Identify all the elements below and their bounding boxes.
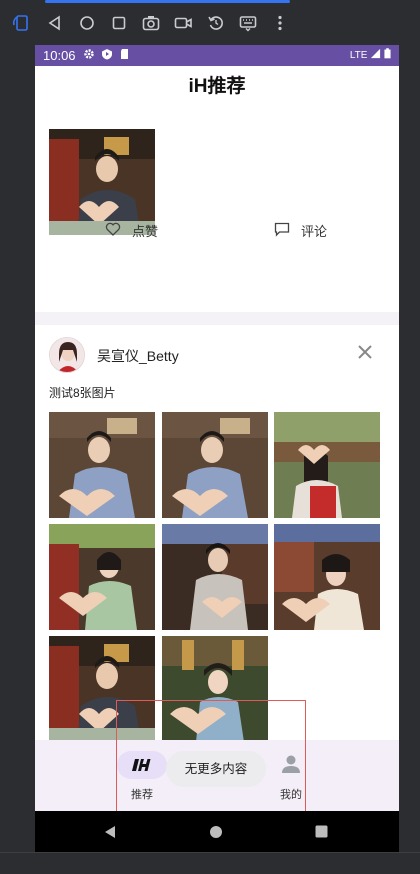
status-time: 10:06	[43, 48, 76, 63]
video-record-icon[interactable]	[170, 10, 196, 36]
close-icon[interactable]	[355, 342, 375, 362]
post-image[interactable]	[162, 412, 268, 518]
overview-icon[interactable]	[106, 10, 132, 36]
post-text: 测试8张图片	[49, 386, 116, 400]
post-image[interactable]	[274, 412, 380, 518]
post-card[interactable]: 点赞 评论	[35, 108, 399, 312]
more-options-icon[interactable]	[267, 10, 293, 36]
like-label: 点赞	[132, 225, 159, 240]
keyboard-icon[interactable]	[235, 10, 261, 36]
page-title: iH推荐	[188, 76, 246, 97]
status-bar: 10:06 LTE	[35, 45, 399, 66]
camera-icon[interactable]	[138, 10, 164, 36]
play-protect-icon	[102, 49, 112, 60]
post-image[interactable]	[49, 412, 155, 518]
device-screen: 10:06 LTE iH推荐 点赞 评论 吴宣仪_Betty 测试8张图片 推荐…	[35, 45, 399, 852]
settings-icon	[84, 49, 94, 59]
system-nav-bar	[35, 811, 399, 852]
signal-icon	[371, 48, 381, 59]
sd-card-icon	[121, 49, 128, 59]
app-header: iH推荐	[35, 66, 399, 108]
heart-icon	[105, 222, 121, 236]
post-image[interactable]	[49, 129, 155, 235]
post-card[interactable]: 吴宣仪_Betty 测试8张图片	[35, 325, 399, 740]
rotate-screen-icon[interactable]	[203, 10, 229, 36]
system-recents-icon[interactable]	[315, 825, 328, 838]
post-image[interactable]	[162, 524, 268, 630]
back-icon[interactable]	[42, 10, 68, 36]
home-icon[interactable]	[74, 10, 100, 36]
comment-label: 评论	[301, 225, 328, 240]
emulator-toolbar	[0, 0, 420, 44]
like-button[interactable]: 点赞	[105, 221, 175, 240]
highlight-box	[116, 700, 306, 819]
avatar[interactable]	[49, 337, 85, 373]
emulator-bottom-bar	[0, 852, 420, 874]
comment-button[interactable]: 评论	[274, 221, 344, 240]
comment-icon	[274, 222, 290, 237]
system-home-icon[interactable]	[209, 825, 223, 839]
system-back-icon[interactable]	[103, 825, 117, 839]
feed-list[interactable]: 点赞 评论 吴宣仪_Betty 测试8张图片	[35, 108, 399, 740]
user-name[interactable]: 吴宣仪_Betty	[97, 346, 179, 366]
status-network: LTE	[350, 48, 391, 61]
post-image[interactable]	[274, 524, 380, 630]
battery-icon	[384, 48, 391, 59]
emulator-progress-bar	[45, 0, 290, 3]
rotate-device-icon[interactable]	[8, 10, 34, 36]
post-image[interactable]	[49, 524, 155, 630]
